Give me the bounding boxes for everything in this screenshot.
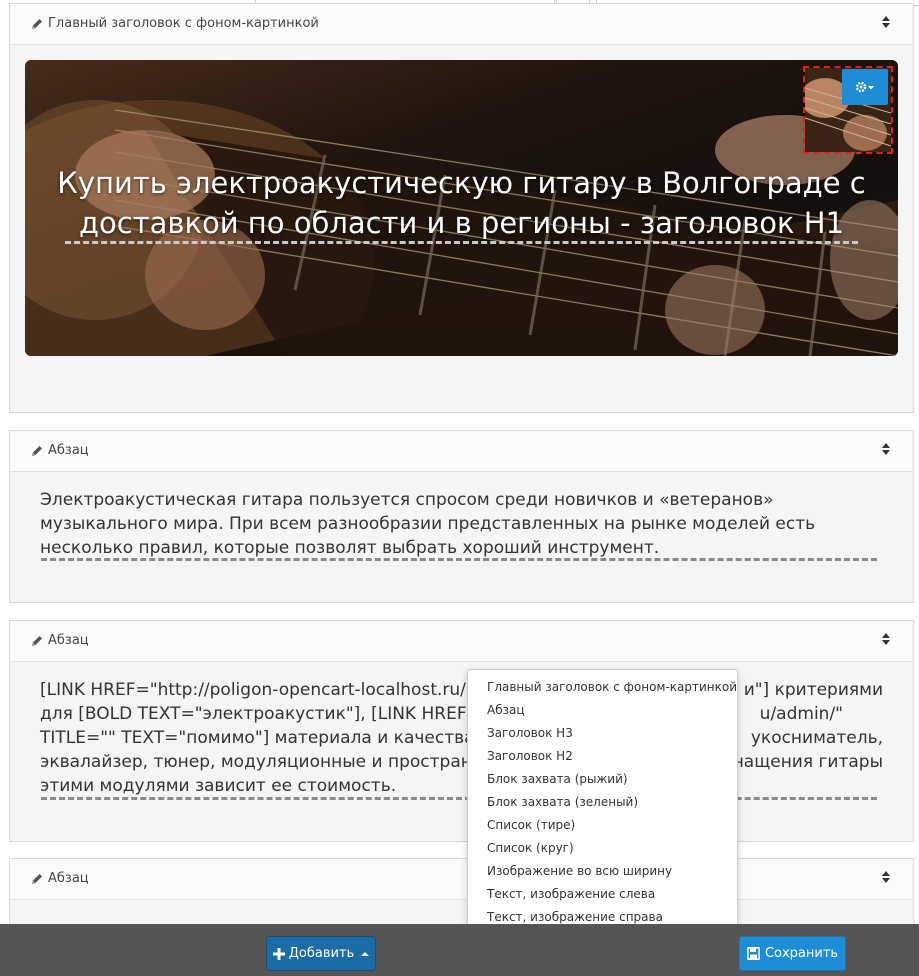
pencil-icon[interactable] bbox=[30, 872, 44, 886]
caret-up-icon bbox=[361, 951, 370, 956]
block-settings-button[interactable] bbox=[842, 69, 888, 105]
menu-item-hero-header[interactable]: Главный заголовок с фоном-картинкой bbox=[468, 676, 737, 699]
plus-icon bbox=[272, 947, 285, 960]
paragraph-line: и"] критериями bbox=[743, 680, 883, 700]
block-paragraph: Абзац [LINK HREF="http://poligon-opencar… bbox=[9, 620, 914, 842]
editable-text-underline bbox=[65, 241, 858, 244]
panel-header[interactable]: Абзац bbox=[10, 859, 913, 900]
panel-title-text: Абзац bbox=[48, 633, 89, 648]
pencil-icon[interactable] bbox=[30, 634, 44, 648]
sort-icon[interactable] bbox=[881, 15, 891, 29]
panel-header[interactable]: Абзац bbox=[10, 621, 913, 662]
save-icon bbox=[746, 947, 760, 960]
menu-item-heading-h2[interactable]: Заголовок H2 bbox=[468, 745, 737, 768]
menu-item-list-circle[interactable]: Список (круг) bbox=[468, 837, 737, 860]
paragraph-line: укосниматель, bbox=[750, 728, 883, 748]
pencil-icon[interactable] bbox=[30, 17, 44, 31]
panel-title-text: Главный заголовок с фоном-картинкой bbox=[48, 16, 319, 31]
panel-title-text: Абзац bbox=[48, 871, 89, 886]
paragraph-text[interactable]: [LINK HREF="http://poligon-opencart-loca… bbox=[40, 678, 883, 798]
sort-icon[interactable] bbox=[881, 442, 891, 456]
add-block-dropdown-menu: Главный заголовок с фоном-картинкой Абза… bbox=[467, 669, 738, 934]
pencil-icon[interactable] bbox=[30, 444, 44, 458]
menu-item-heading-h3[interactable]: Заголовок H3 bbox=[468, 722, 737, 745]
block-hero-header: Главный заголовок с фоном-картинкой Купи… bbox=[9, 3, 914, 413]
save-button[interactable]: Сохранить bbox=[739, 936, 846, 971]
panel-header[interactable]: Главный заголовок с фоном-картинкой bbox=[10, 4, 913, 45]
sort-icon[interactable] bbox=[881, 870, 891, 884]
editable-text-underline bbox=[41, 558, 877, 561]
hero-image-banner[interactable]: Купить электроакустическую гитару в Волг… bbox=[25, 60, 898, 356]
block-paragraph: Абзац Электроакустическая гитара пользуе… bbox=[9, 430, 914, 603]
save-button-label: Сохранить bbox=[764, 946, 839, 961]
paragraph-text[interactable]: Электроакустическая гитара пользуется сп… bbox=[40, 488, 883, 560]
paragraph-line: эквалайзер, тюнер, модуляционные и прост… bbox=[40, 752, 502, 772]
menu-item-list-dash[interactable]: Список (тире) bbox=[468, 814, 737, 837]
menu-item-full-width-image[interactable]: Изображение во всю ширину bbox=[468, 860, 737, 883]
panel-title-text: Абзац bbox=[48, 443, 89, 458]
hero-h1-title[interactable]: Купить электроакустическую гитару в Волг… bbox=[45, 163, 878, 243]
panel-header[interactable]: Абзац bbox=[10, 431, 913, 472]
paragraph-line: для [BOLD TEXT="электроакустик"], [LINK … bbox=[40, 704, 507, 724]
gear-icon bbox=[855, 81, 874, 93]
paragraph-line: TITLE="" TEXT="помимо"] материала и каче… bbox=[40, 728, 500, 748]
menu-item-capture-green[interactable]: Блок захвата (зеленый) bbox=[468, 791, 737, 814]
sort-icon[interactable] bbox=[881, 632, 891, 646]
bottom-toolbar: Добавить Сохранить bbox=[0, 924, 919, 976]
menu-item-capture-orange[interactable]: Блок захвата (рыжий) bbox=[468, 768, 737, 791]
add-block-button[interactable]: Добавить bbox=[266, 936, 376, 971]
panel-title: Абзац bbox=[30, 871, 89, 886]
paragraph-line: [LINK HREF="http://poligon-opencart-loca… bbox=[40, 680, 488, 700]
panel-title: Абзац bbox=[30, 443, 89, 458]
add-button-label: Добавить bbox=[288, 946, 355, 961]
paragraph-line: нащения гитары bbox=[732, 752, 883, 772]
editable-text-underline bbox=[41, 797, 877, 800]
panel-title: Главный заголовок с фоном-картинкой bbox=[30, 16, 319, 31]
paragraph-line: этими модулями зависит ее стоимость. bbox=[40, 776, 397, 796]
paragraph-line: u/admin/" bbox=[759, 704, 843, 724]
menu-item-text-image-left[interactable]: Текст, изображение слева bbox=[468, 883, 737, 906]
panel-title: Абзац bbox=[30, 633, 89, 648]
menu-item-paragraph[interactable]: Абзац bbox=[468, 699, 737, 722]
